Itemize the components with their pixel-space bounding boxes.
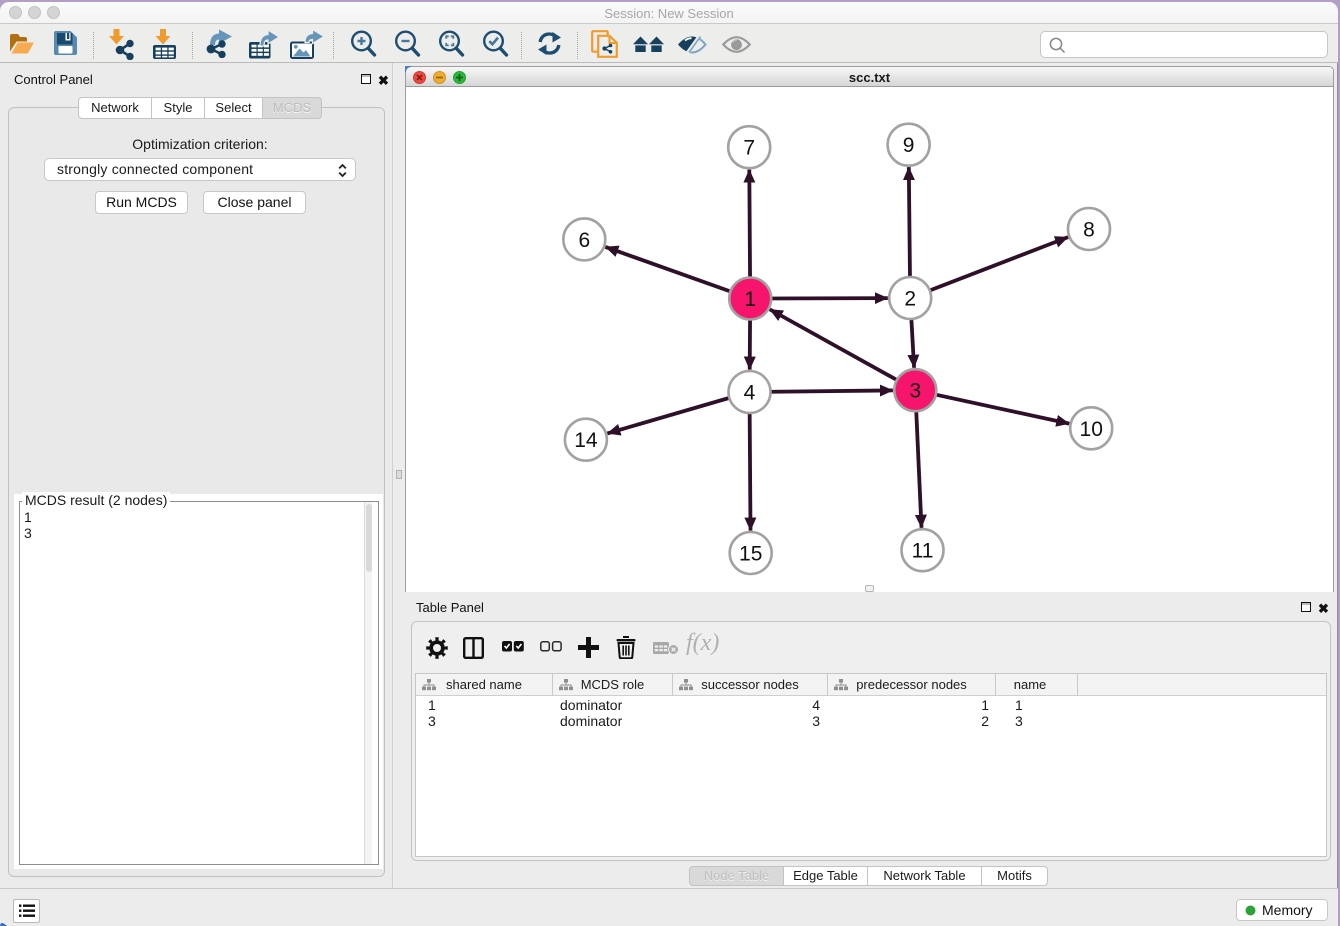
svg-text:7: 7 (743, 137, 755, 160)
svg-text:2: 2 (904, 288, 916, 311)
svg-text:3: 3 (909, 380, 921, 403)
svg-text:9: 9 (903, 134, 915, 157)
svg-text:10: 10 (1080, 418, 1103, 441)
svg-text:1: 1 (744, 288, 756, 311)
svg-text:11: 11 (912, 540, 934, 563)
svg-text:14: 14 (574, 429, 598, 452)
svg-text:15: 15 (739, 543, 762, 566)
svg-text:8: 8 (1083, 219, 1095, 242)
svg-text:4: 4 (744, 382, 756, 405)
svg-text:6: 6 (578, 229, 590, 252)
